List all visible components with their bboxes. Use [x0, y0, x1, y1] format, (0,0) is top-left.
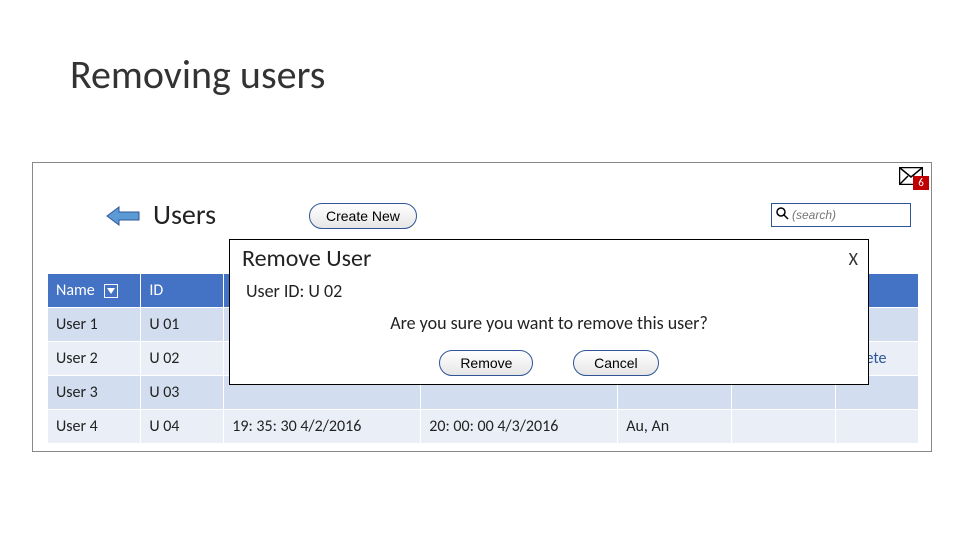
table-row: User 4 U 04 19: 35: 30 4/2/2016 20: 00: … — [48, 410, 919, 444]
cancel-button[interactable]: Cancel — [573, 350, 659, 376]
modal-title: Remove User — [242, 244, 371, 273]
remove-user-modal: Remove User X User ID: U 02 Are you sure… — [229, 239, 869, 385]
section-title: Users — [153, 197, 216, 232]
cell-id: U 03 — [141, 376, 224, 410]
cell-name: User 3 — [48, 376, 141, 410]
search-icon — [772, 206, 792, 224]
remove-button[interactable]: Remove — [439, 350, 533, 376]
col-header-id: ID — [141, 274, 224, 308]
notification-badge: 6 — [913, 176, 929, 190]
users-panel: 6 Users Create New Name ID — [32, 162, 932, 452]
cell-name: User 4 — [48, 410, 141, 444]
cell-name: User 2 — [48, 342, 141, 376]
cell-id: U 04 — [141, 410, 224, 444]
cell-perm: Au, An — [618, 410, 732, 444]
delete-link[interactable] — [835, 410, 918, 444]
notifications-button[interactable]: 6 — [899, 167, 923, 186]
col-header-name-label: Name — [56, 281, 95, 300]
modal-question: Are you sure you want to remove this use… — [230, 312, 868, 334]
modal-actions: Remove Cancel — [230, 350, 868, 376]
cell-id: U 01 — [141, 308, 224, 342]
search-input[interactable] — [792, 208, 902, 222]
reset-pw-link[interactable] — [732, 410, 836, 444]
col-header-name[interactable]: Name — [48, 274, 141, 308]
cell-id: U 02 — [141, 342, 224, 376]
cell-ts2: 20: 00: 00 4/3/2016 — [421, 410, 618, 444]
page-title: Removing users — [70, 50, 325, 99]
back-button[interactable] — [93, 205, 141, 232]
create-new-button[interactable]: Create New — [309, 203, 417, 229]
dropdown-icon — [104, 284, 118, 298]
cell-ts1: 19: 35: 30 4/2/2016 — [224, 410, 421, 444]
modal-user-id: User ID: U 02 — [246, 280, 342, 302]
modal-close-button[interactable]: X — [849, 248, 858, 270]
search-box[interactable] — [771, 203, 911, 227]
cell-name: User 1 — [48, 308, 141, 342]
